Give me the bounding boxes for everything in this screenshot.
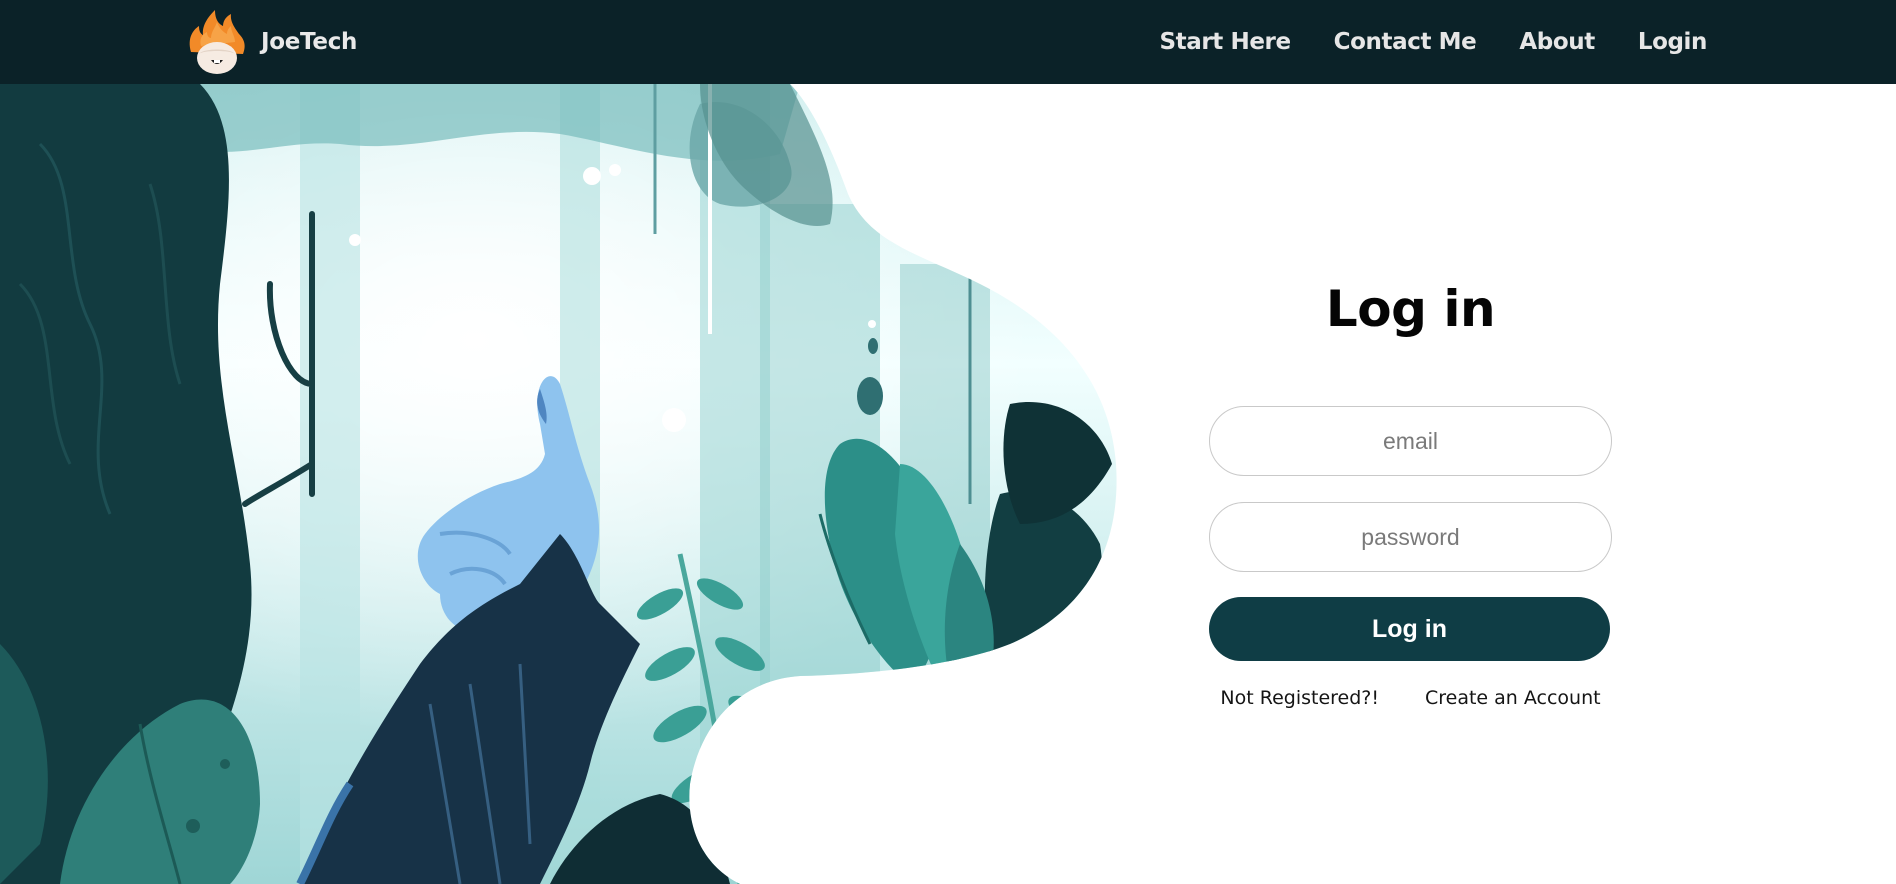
forest-hero-illustration [0, 84, 1130, 884]
email-input[interactable] [1209, 406, 1612, 476]
nav-link-start-here[interactable]: Start Here [1159, 29, 1291, 55]
nav-menu: Start Here Contact Me About Login [1159, 0, 1707, 84]
login-submit-button[interactable]: Log in [1209, 597, 1610, 661]
forest-scene-image [0, 84, 1117, 884]
brand-name: JoeTech [261, 29, 358, 55]
not-registered-text: Not Registered?! [1220, 687, 1379, 709]
nav-link-login[interactable]: Login [1638, 29, 1708, 55]
login-title: Log in [1325, 280, 1496, 338]
signup-prompt: Not Registered?! Create an Account [1209, 687, 1612, 709]
nav-link-contact-me[interactable]: Contact Me [1334, 29, 1477, 55]
nav-link-about[interactable]: About [1519, 29, 1595, 55]
top-navbar: JoeTech Start Here Contact Me About Logi… [0, 0, 1896, 84]
login-panel: Log in Log in Not Registered?! Create an… [1209, 274, 1612, 709]
create-account-link[interactable]: Create an Account [1425, 687, 1601, 709]
password-input[interactable] [1209, 502, 1612, 572]
flame-hair-face-icon [189, 10, 245, 74]
brand-home-link[interactable]: JoeTech [187, 8, 357, 76]
